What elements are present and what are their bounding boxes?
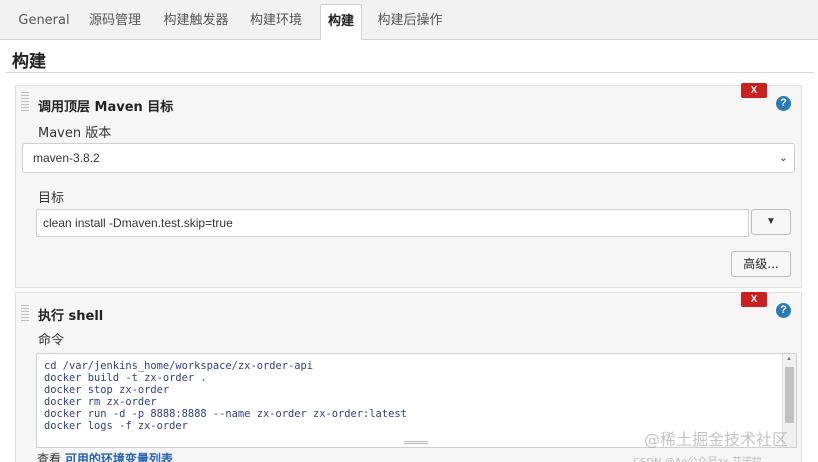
chevron-down-icon: ⌄: [778, 152, 788, 164]
advanced-button[interactable]: 高级...: [731, 251, 791, 277]
tab-build[interactable]: 构建: [320, 4, 362, 40]
env-vars-link[interactable]: 可用的环境变量列表: [65, 452, 173, 462]
step-title: 调用顶层 Maven 目标: [38, 100, 174, 115]
scrollbar-thumb[interactable]: [785, 367, 794, 423]
section-divider: [6, 72, 814, 73]
tab-build-environment[interactable]: 构建环境: [241, 4, 311, 40]
goals-input[interactable]: clean install -Dmaven.test.skip=true: [36, 209, 749, 237]
watermark: @稀土掘金技术社区: [644, 430, 789, 449]
tab-post-build-actions[interactable]: 构建后操作: [368, 4, 452, 40]
tab-general[interactable]: General: [12, 4, 76, 40]
command-line: docker stop zx-order: [44, 384, 170, 396]
config-tabs: General 源码管理 构建触发器 构建环境 构建 构建后操作: [0, 0, 818, 40]
scroll-up-icon[interactable]: ▲: [786, 356, 792, 362]
watermark-sub: CSDN @Ao公众号zx 艾诺拉...: [633, 453, 771, 462]
command-label: 命令: [38, 333, 65, 348]
delete-step-button[interactable]: X: [741, 292, 767, 307]
command-line: docker rm zx-order: [44, 396, 157, 408]
step-title: 执行 shell: [38, 309, 104, 324]
help-icon[interactable]: ?: [776, 303, 791, 318]
tab-source-control[interactable]: 源码管理: [80, 4, 150, 40]
drag-handle[interactable]: [21, 305, 29, 323]
maven-version-value: maven-3.8.2: [33, 151, 100, 165]
tab-build-triggers[interactable]: 构建触发器: [156, 4, 236, 40]
drag-handle[interactable]: [21, 92, 29, 112]
maven-build-step: 调用顶层 Maven 目标 X ? Maven 版本 目标: [15, 83, 802, 288]
command-line: docker logs -f zx-order: [44, 420, 188, 432]
command-line: docker build -t zx-order .: [44, 372, 207, 384]
env-vars-prefix: 查看: [37, 452, 62, 462]
help-icon[interactable]: ?: [776, 96, 791, 111]
maven-version-label: Maven 版本: [38, 126, 112, 141]
resize-handle[interactable]: [404, 441, 428, 444]
command-line: cd /var/jenkins_home/workspace/zx-order-…: [44, 360, 313, 372]
goals-label: 目标: [38, 191, 65, 206]
command-line: docker run -d -p 8888:8888 --name zx-ord…: [44, 408, 407, 420]
delete-step-button[interactable]: X: [741, 83, 767, 98]
maven-version-select[interactable]: maven-3.8.2 ⌄: [22, 143, 795, 173]
env-vars-hint: 查看 可用的环境变量列表: [37, 450, 173, 462]
section-title: 构建: [12, 52, 46, 72]
expand-goals-button[interactable]: ▼: [751, 209, 791, 235]
